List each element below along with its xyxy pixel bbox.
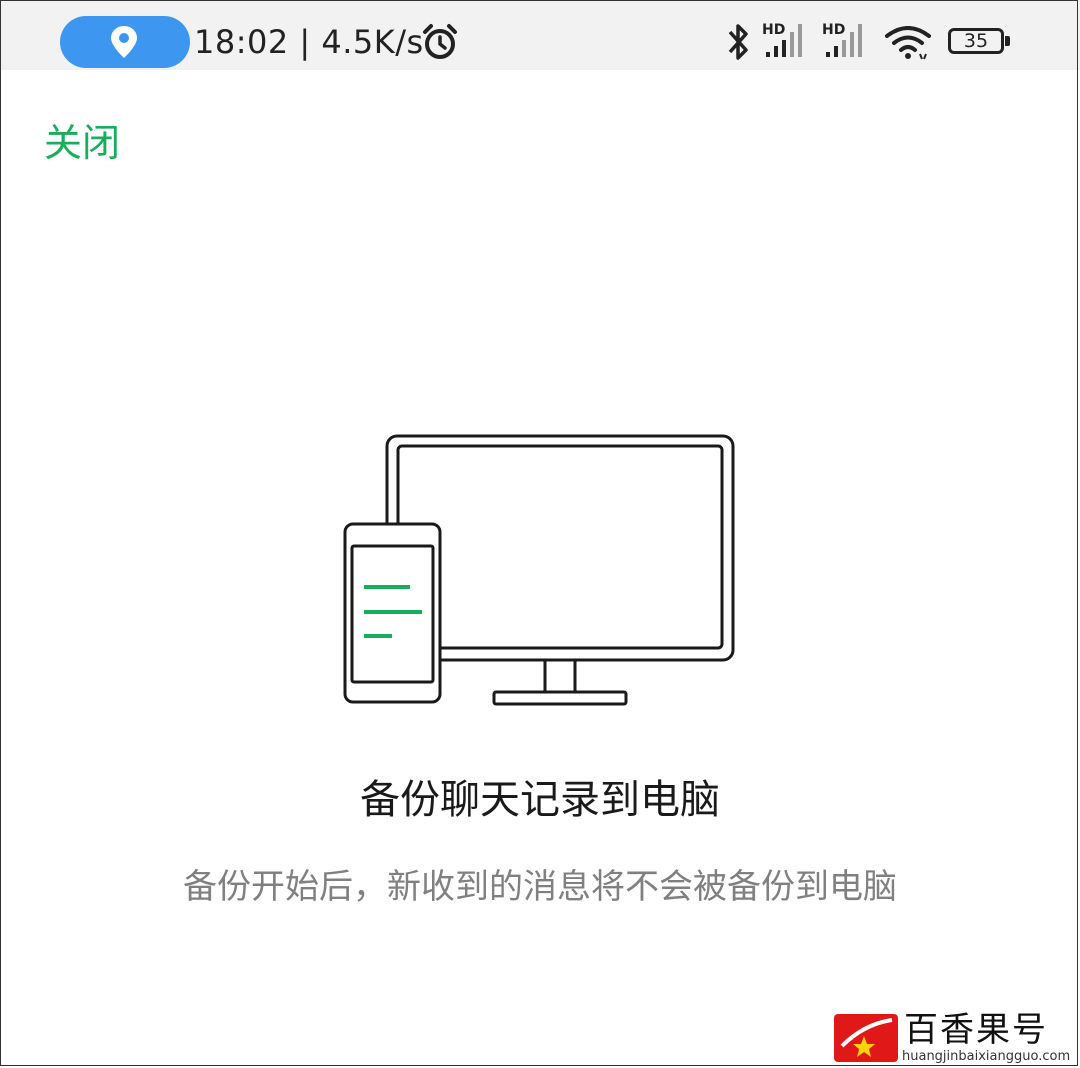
page-title: 备份聊天记录到电脑 <box>360 777 720 823</box>
close-button[interactable]: 关闭 <box>44 118 134 168</box>
phone-to-computer-illustration <box>343 434 735 706</box>
wifi-icon <box>885 26 931 60</box>
battery-tip <box>1005 36 1010 46</box>
network-speed: 4.5K/s <box>321 23 424 61</box>
page-subtitle: 备份开始后，新收到的消息将不会被备份到电脑 <box>183 867 897 907</box>
signal-hd-icon: HD <box>762 22 802 57</box>
clock-time: 18:02 <box>194 23 289 61</box>
status-bar: 18:02 | 4.5K/s HD HD 35 <box>0 0 1080 70</box>
battery-level: 35 <box>963 30 989 52</box>
signal-hd-icon: HD <box>822 22 862 57</box>
watermark-name: 百香果号 <box>904 1010 1048 1050</box>
location-indicator[interactable] <box>60 16 190 68</box>
watermark-url: huangjinbaixiangguo.com <box>902 1049 1071 1064</box>
location-icon <box>111 26 137 58</box>
separator: | <box>299 23 322 61</box>
bluetooth-icon <box>728 24 748 60</box>
watermark: 百香果号 huangjinbaixiangguo.com <box>830 1010 1076 1066</box>
svg-text:HD: HD <box>822 22 845 38</box>
status-time-speed: 18:02 | 4.5K/s <box>194 20 424 64</box>
watermark-logo-icon <box>834 1014 898 1062</box>
svg-text:HD: HD <box>762 22 785 38</box>
battery-icon: 35 <box>948 28 1004 54</box>
alarm-icon <box>423 24 457 59</box>
phone-icon <box>343 522 442 704</box>
